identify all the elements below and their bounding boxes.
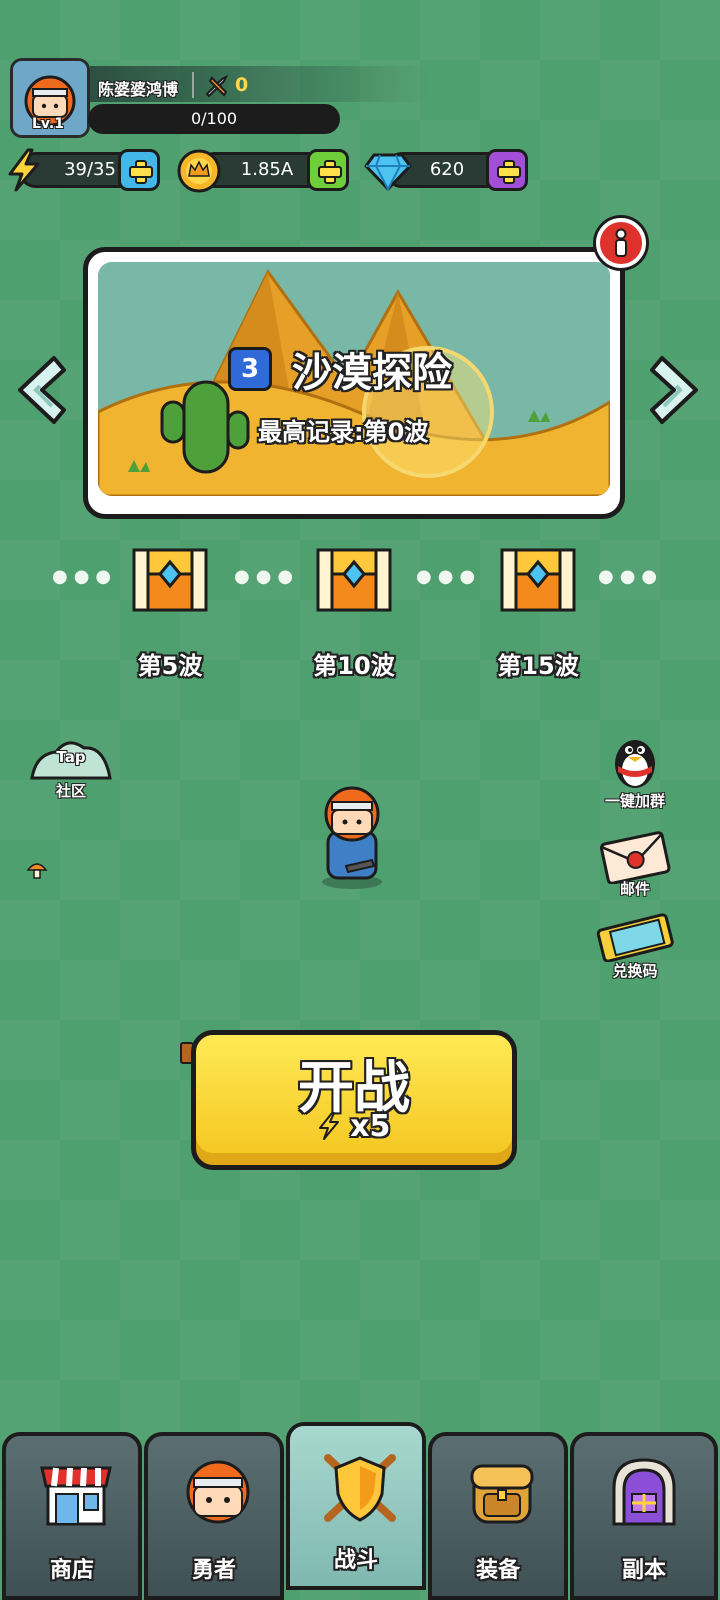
lightning-icon [8, 148, 40, 192]
nav-tab-battle-label: 战斗 [333, 1548, 378, 1573]
redeem-code-label: 兑换码 [612, 962, 658, 980]
hero-icon [186, 1460, 250, 1524]
nav-tab-hero-label: 勇者 [191, 1558, 236, 1583]
add-gold-button[interactable] [307, 149, 349, 191]
add-energy-button[interactable] [118, 149, 160, 191]
next-stage-arrow-icon[interactable] [650, 354, 702, 426]
stage-number-badge: 3 [228, 347, 272, 391]
join-group-button[interactable]: 一键加群 [590, 732, 680, 812]
wave-reward-label: 第15波 [497, 652, 579, 680]
community-button[interactable]: Tap 社区 [26, 734, 116, 804]
redeem-code-button[interactable]: 兑换码 [590, 912, 680, 984]
diamond-icon [364, 153, 412, 192]
player-name: 陈婆婆鸿博 [98, 80, 179, 99]
player-level: Lv.1 [32, 116, 64, 132]
nav-tab-shop-label: 商店 [49, 1558, 94, 1583]
trophy-count: 0 [235, 74, 249, 96]
shop-icon [40, 1466, 112, 1526]
nav-tab-equipment-label: 装备 [475, 1558, 520, 1583]
progress-dots: ●●● [52, 566, 118, 587]
progress-dots: ●●● [598, 566, 664, 587]
energy-cost: x5 [350, 1109, 391, 1144]
ticket-icon [596, 913, 674, 962]
envelope-icon [599, 831, 671, 884]
penguin-icon [615, 740, 655, 788]
community-label: 社区 [55, 782, 86, 800]
nav-tab-shop[interactable]: 商店 [2, 1432, 142, 1600]
plus-icon [318, 160, 342, 184]
join-group-label: 一键加群 [604, 792, 665, 810]
progress-dots: ●●● [416, 566, 482, 587]
divider [192, 72, 194, 98]
nav-tab-dungeon[interactable]: 副本 [570, 1432, 718, 1600]
start-battle-cost: x5 [196, 1109, 512, 1144]
prev-stage-arrow-icon[interactable] [14, 354, 66, 426]
nav-tab-battle[interactable]: 战斗 [286, 1422, 426, 1590]
info-icon [615, 228, 627, 257]
nav-tab-dungeon-label: 副本 [621, 1558, 666, 1583]
treasure-chest-icon[interactable] [130, 544, 210, 614]
nav-tab-equipment[interactable]: 装备 [428, 1432, 568, 1600]
wave-reward-label: 第5波 [137, 652, 203, 680]
stage-best-record: 最高记录:第0波 [258, 418, 429, 446]
lightning-icon [318, 1112, 339, 1140]
add-gem-button[interactable] [486, 149, 528, 191]
backpack-icon [470, 1464, 534, 1524]
gold-coin-icon [177, 149, 221, 193]
wave-reward-label: 第10波 [313, 652, 395, 680]
mushroom-icon [26, 863, 48, 879]
dungeon-gate-icon [612, 1458, 676, 1526]
battle-shield-icon [324, 1454, 396, 1522]
progress-dots: ●●● [234, 566, 300, 587]
stage-info-button[interactable] [596, 218, 646, 268]
mail-label: 邮件 [619, 880, 650, 898]
hero-character-icon [322, 786, 382, 889]
plus-icon [129, 160, 153, 184]
treasure-chest-icon[interactable] [314, 544, 394, 614]
start-battle-button[interactable]: 开战 x5 [191, 1030, 517, 1170]
nav-tab-hero[interactable]: 勇者 [144, 1432, 284, 1600]
tap-text: Tap [56, 748, 86, 766]
treasure-chest-icon[interactable] [498, 544, 578, 614]
xp-progress-bar: 0/100 [88, 104, 340, 134]
plus-icon [497, 160, 521, 184]
trophy-sword-icon [205, 74, 229, 98]
stage-title: 沙漠探险 [292, 350, 452, 396]
mail-button[interactable]: 邮件 [590, 830, 680, 902]
